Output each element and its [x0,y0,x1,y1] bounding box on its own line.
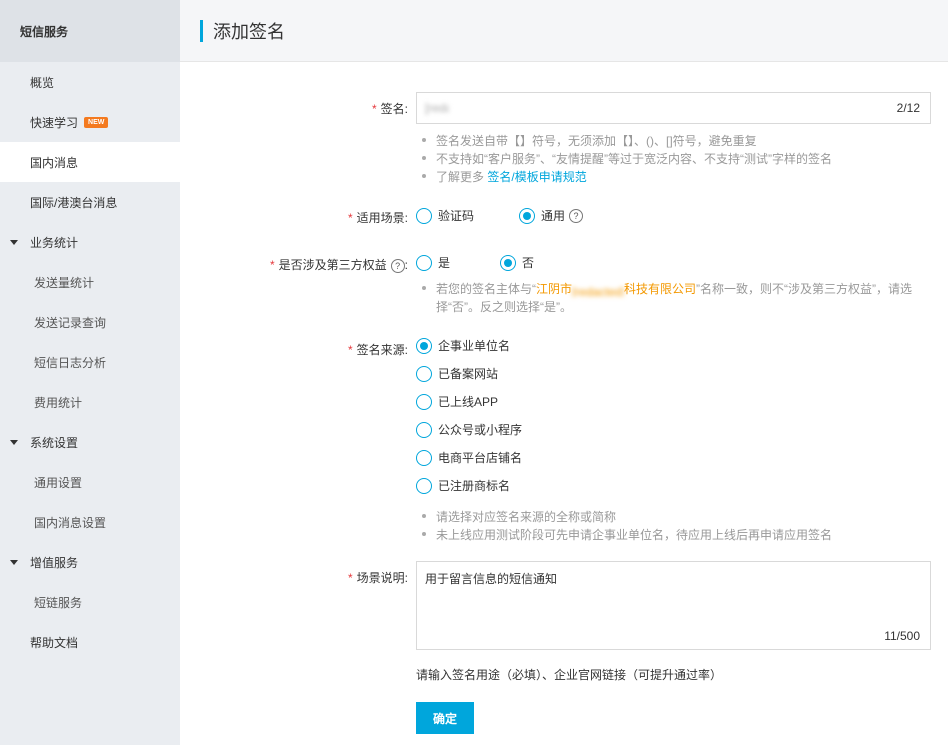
sidebar-item-label: 概览 [30,75,55,90]
sidebar-group-value-added[interactable]: 增值服务 [0,542,180,582]
main-content: 添加签名 *签名: [redacted] 2/12 签名发送自带【】符号，无须添… [180,0,948,745]
hint-line: 了解更多 签名/模板申请规范 [422,168,832,186]
sidebar-item-label: 通用设置 [34,475,83,490]
sidebar-item-label: 快速学习 [30,115,79,130]
hint-line: 签名发送自带【】符号，无须添加【】、()、[]符号，避免重复 [422,132,832,150]
sidebar-item-international-messages[interactable]: 国际/港澳台消息 [0,182,180,222]
radio-circle [416,393,432,410]
sidebar-nav: 概览 快速学习 NEW 国内消息 国际/港澳台消息 业务统计 发送量统计 发送记录… [0,62,180,662]
description-counter: 11/500 [884,629,920,643]
sidebar-item-label: 短链服务 [34,595,83,610]
third-party-options: 是 否 [416,254,534,271]
description-value[interactable]: 用于留言信息的短信通知 [425,570,557,587]
source-radio-website[interactable]: 已备案网站 [416,365,498,382]
sidebar-item-sms-log-analysis[interactable]: 短信日志分析 [0,342,180,382]
sidebar-item-short-link[interactable]: 短链服务 [0,582,180,622]
sidebar-item-quick-learn[interactable]: 快速学习 NEW [0,102,180,142]
sidebar-item-label: 国内消息设置 [34,515,107,530]
sidebar-item-send-volume[interactable]: 发送量统计 [0,262,180,302]
sidebar-item-label: 国内消息 [30,155,79,170]
signature-rules-link[interactable]: 签名/模板申请规范 [487,170,586,184]
scene-options: 验证码 通用? [416,207,584,224]
signature-input[interactable]: [redacted] 2/12 [416,92,931,124]
radio-circle-selected [416,337,432,354]
sidebar-item-label: 发送记录查询 [34,315,107,330]
radio-circle-selected [519,207,536,224]
sidebar-group-label: 系统设置 [30,435,79,450]
chevron-down-icon [10,239,18,245]
source-radio-enterprise[interactable]: 企事业单位名 [416,337,510,354]
radio-circle-selected [500,254,517,271]
signature-value[interactable]: [redacted] [425,101,449,115]
radio-circle [416,477,432,494]
sidebar-group-label: 业务统计 [30,235,79,250]
hint-line: 不支持如“客户服务”、“友情提醒”等过于宽泛内容、不支持“测试”字样的签名 [422,150,832,168]
sidebar-group-system-settings[interactable]: 系统设置 [0,422,180,462]
sidebar-item-label: 国际/港澳台消息 [30,195,118,210]
hint-line: 未上线应用测试阶段可先申请企事业单位名，待应用上线后再申请应用签名 [422,526,832,544]
signature-hints: 签名发送自带【】符号，无须添加【】、()、[]符号，避免重复 不支持如“客户服务… [422,132,832,186]
sidebar-item-label: 费用统计 [34,395,83,410]
source-hints: 请选择对应签名来源的全称或简称 未上线应用测试阶段可先申请企事业单位名，待应用上… [422,508,832,544]
radio-circle [416,365,432,382]
sidebar-item-domestic-messages[interactable]: 国内消息 [0,142,180,182]
chevron-down-icon [10,559,18,565]
sidebar-title: 短信服务 [0,0,180,62]
sidebar-item-overview[interactable]: 概览 [0,62,180,102]
third-party-radio-yes[interactable]: 是 [416,254,450,271]
page-title: 添加签名 [213,21,285,42]
chevron-down-icon [10,439,18,445]
source-radio-trademark[interactable]: 已注册商标名 [416,477,510,494]
sidebar: 短信服务 概览 快速学习 NEW 国内消息 国际/港澳台消息 业务统计 发送量统计… [0,0,180,745]
help-icon[interactable]: ? [390,259,405,273]
sidebar-group-label: 增值服务 [30,555,79,570]
hint-line: 择“否”。反之则选择“是”。 [436,300,572,314]
sidebar-item-label: 帮助文档 [30,635,79,650]
page-header: 添加签名 [180,0,948,62]
radio-circle [416,254,432,271]
signature-label: * 签名: [371,102,408,116]
hint-line: 请选择对应签名来源的全称或简称 [422,508,832,526]
help-icon[interactable]: ? [569,208,584,223]
sidebar-item-label: 短信日志分析 [34,355,107,370]
sidebar-item-send-records[interactable]: 发送记录查询 [0,302,180,342]
sidebar-item-cost-stats[interactable]: 费用统计 [0,382,180,422]
description-textarea[interactable]: 用于留言信息的短信通知 11/500 [416,561,931,650]
hint-line: 若您的签名主体与“江阴市[redacted]科技有限公司”名称一致，则不“涉及第… [422,280,916,298]
sidebar-group-business-stats[interactable]: 业务统计 [0,222,180,262]
scene-radio-general[interactable]: 通用? [519,207,584,224]
sidebar-item-help-docs[interactable]: 帮助文档 [0,622,180,662]
scene-label: * 适用场景: [347,211,408,225]
third-party-hint: 若您的签名主体与“江阴市[redacted]科技有限公司”名称一致，则不“涉及第… [422,280,916,316]
radio-circle [416,421,432,438]
scene-radio-verification[interactable]: 验证码 [416,207,474,224]
submit-button[interactable]: 确定 [416,702,474,734]
third-party-label: * 是否涉及第三方权益?: [269,258,408,273]
signature-counter: 2/12 [896,101,920,115]
source-radio-app[interactable]: 已上线APP [416,393,498,410]
sidebar-item-label: 发送量统计 [34,275,95,290]
radio-circle [416,207,432,224]
radio-circle [416,449,432,466]
sidebar-item-general-settings[interactable]: 通用设置 [0,462,180,502]
title-accent-bar [200,19,203,42]
third-party-radio-no[interactable]: 否 [500,254,534,271]
source-label: * 签名来源: [347,343,408,357]
new-badge: NEW [84,116,109,128]
description-label: * 场景说明: [347,571,408,585]
description-note: 请输入签名用途（必填）、企业官网链接（可提升通过率） [416,668,723,682]
source-radio-official-account[interactable]: 公众号或小程序 [416,421,522,438]
source-radio-ecommerce[interactable]: 电商平台店铺名 [416,449,522,466]
sidebar-item-domestic-settings[interactable]: 国内消息设置 [0,502,180,542]
